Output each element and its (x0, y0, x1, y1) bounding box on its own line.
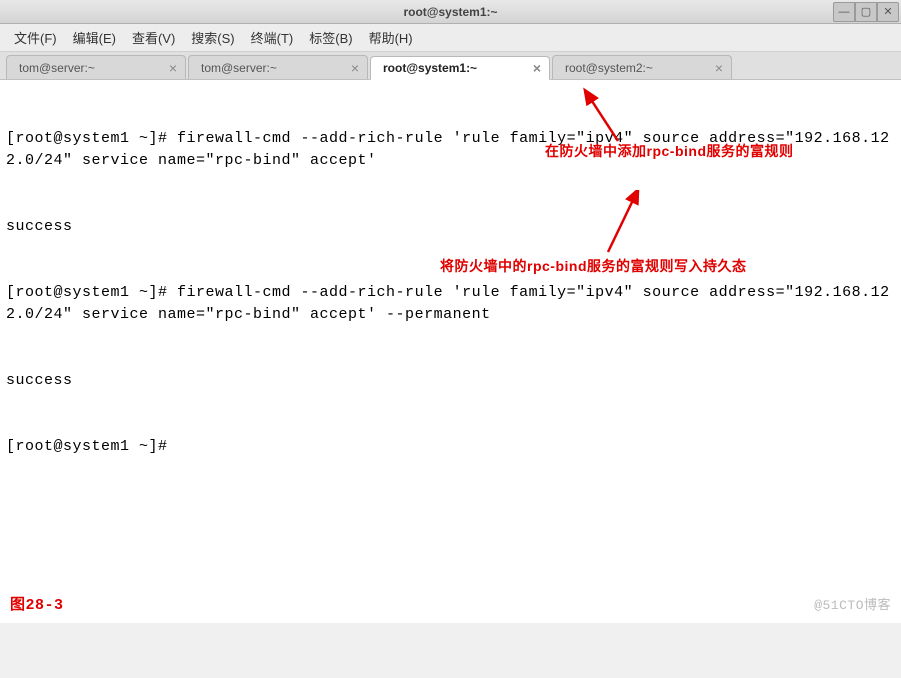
menu-terminal[interactable]: 终端(T) (243, 24, 302, 51)
figure-label: 图28-3 (10, 595, 64, 617)
close-button[interactable]: ✕ (877, 2, 899, 22)
terminal[interactable]: [root@system1 ~]# firewall-cmd --add-ric… (0, 80, 901, 623)
terminal-line: [root@system1 ~]# (6, 436, 895, 458)
tab-label: root@system1:~ (383, 61, 477, 75)
menu-file[interactable]: 文件(F) (6, 24, 65, 51)
window-controls: — ▢ ✕ (833, 2, 899, 22)
window-title: root@system1:~ (403, 5, 497, 19)
terminal-line: [root@system1 ~]# firewall-cmd --add-ric… (6, 128, 895, 172)
tabbar: tom@server:~ × tom@server:~ × root@syste… (0, 52, 901, 80)
menu-help[interactable]: 帮助(H) (361, 24, 421, 51)
menu-search[interactable]: 搜索(S) (183, 24, 242, 51)
maximize-button[interactable]: ▢ (855, 2, 877, 22)
close-icon[interactable]: × (169, 60, 177, 76)
close-icon[interactable]: × (351, 60, 359, 76)
menubar: 文件(F) 编辑(E) 查看(V) 搜索(S) 终端(T) 标签(B) 帮助(H… (0, 24, 901, 52)
terminal-line: [root@system1 ~]# firewall-cmd --add-ric… (6, 282, 895, 326)
tab[interactable]: tom@server:~ × (188, 55, 368, 79)
menu-view[interactable]: 查看(V) (124, 24, 183, 51)
tab-active[interactable]: root@system1:~ × (370, 56, 550, 80)
tab[interactable]: root@system2:~ × (552, 55, 732, 79)
terminal-line: success (6, 370, 895, 392)
annotation-text-2: 将防火墙中的rpc-bind服务的富规则写入持久态 (440, 255, 747, 277)
titlebar: root@system1:~ — ▢ ✕ (0, 0, 901, 24)
close-icon[interactable]: × (533, 60, 541, 76)
menu-edit[interactable]: 编辑(E) (65, 24, 124, 51)
terminal-line: success (6, 216, 895, 238)
tab[interactable]: tom@server:~ × (6, 55, 186, 79)
watermark: @51CTO博客 (814, 595, 891, 617)
tab-label: root@system2:~ (565, 61, 653, 75)
minimize-button[interactable]: — (833, 2, 855, 22)
tab-label: tom@server:~ (19, 61, 95, 75)
tab-label: tom@server:~ (201, 61, 277, 75)
menu-tabs[interactable]: 标签(B) (301, 24, 360, 51)
close-icon[interactable]: × (715, 60, 723, 76)
